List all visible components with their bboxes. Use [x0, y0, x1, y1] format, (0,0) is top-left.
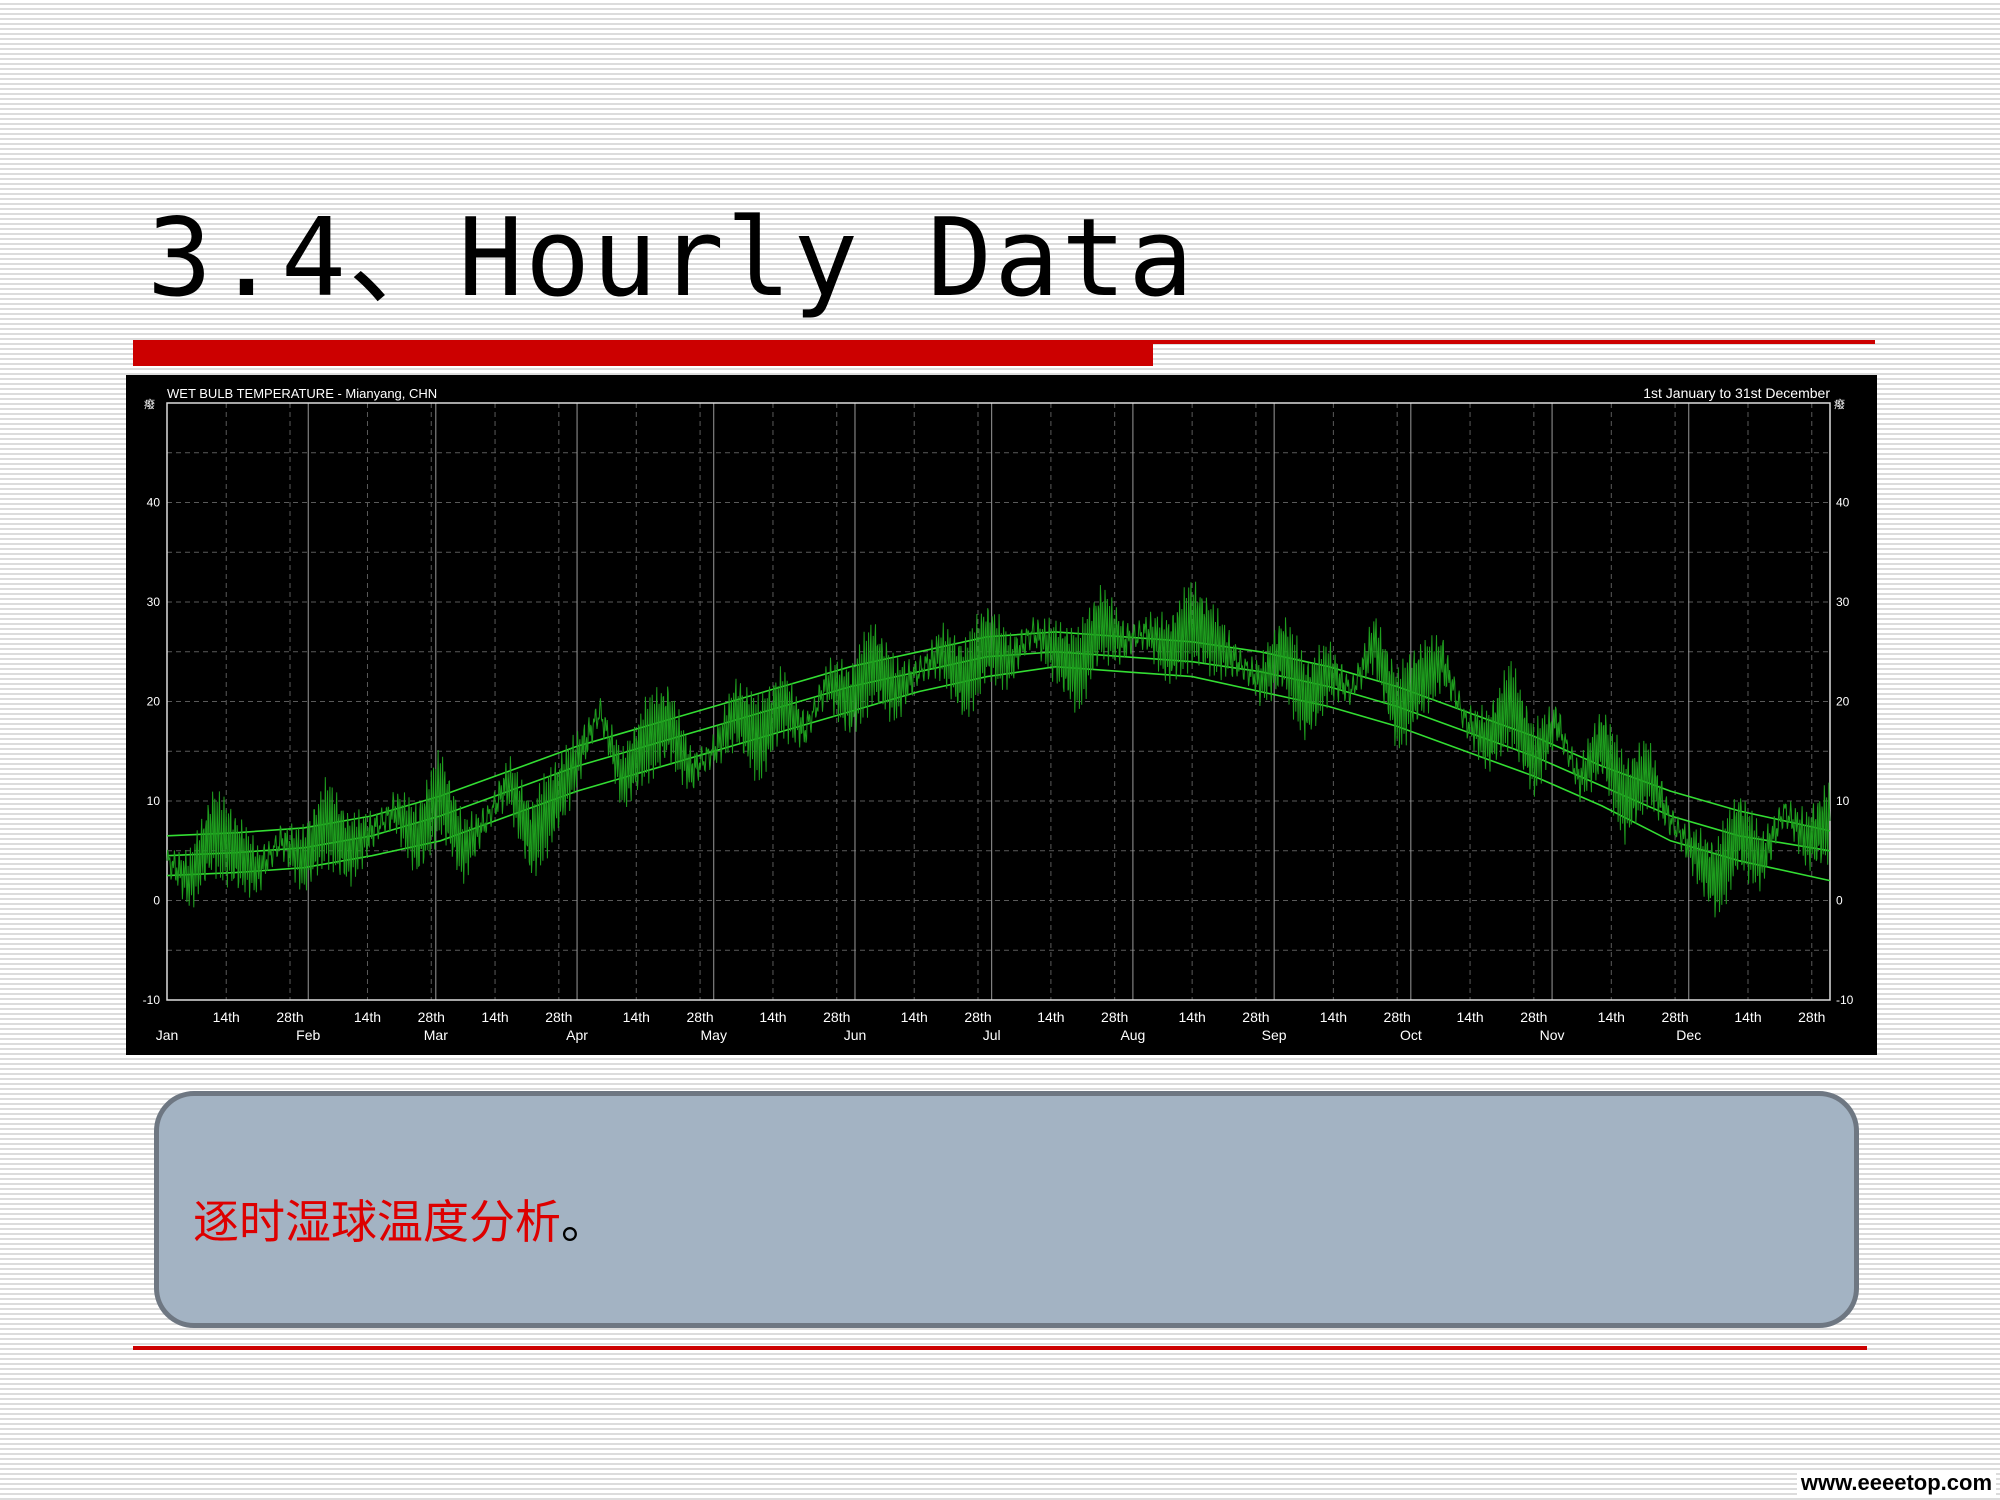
bottom-rule [133, 1346, 1867, 1350]
x-tick-label: 14th [901, 1009, 928, 1025]
x-tick-label: 28th [418, 1009, 445, 1025]
slide-title: 3.4、Hourly Data [147, 196, 1196, 321]
y-axis-unit-right: 癈 [1834, 397, 1845, 411]
note-punctuation: 。 [561, 1195, 607, 1249]
x-tick-label: 14th [623, 1009, 650, 1025]
x-tick-label: 28th [964, 1009, 991, 1025]
x-tick-label: 28th [545, 1009, 572, 1025]
y-tick-label-left: 30 [147, 595, 161, 609]
y-tick-label-right: 10 [1836, 794, 1850, 808]
note-main-text: 逐时湿球温度分析 [193, 1195, 561, 1249]
x-month-label: Jan [156, 1027, 179, 1043]
x-tick-label: 14th [1320, 1009, 1347, 1025]
x-tick-label: 14th [213, 1009, 240, 1025]
x-tick-label: 28th [1798, 1009, 1825, 1025]
wet-bulb-chart: Jan 14th 28th Feb 14th 28th Mar 14th 28th Apr 14th… [143, 385, 1854, 1044]
x-tick-label: 14th [354, 1009, 381, 1025]
y-tick-label-left: 20 [147, 695, 161, 709]
chart-subtitle: 1st January to 31st December [1643, 385, 1830, 401]
x-tick-label: 14th [759, 1009, 786, 1025]
x-tick-label: 14th [1037, 1009, 1064, 1025]
chart-title: WET BULB TEMPERATURE - Mianyang, CHN [167, 386, 437, 401]
note-text: 逐时湿球温度分析。 [193, 1186, 607, 1252]
y-axis-unit-left: 癈 [144, 397, 155, 411]
x-month-label: Apr [566, 1027, 588, 1043]
x-month-label: Dec [1676, 1027, 1701, 1043]
x-tick-label: 14th [481, 1009, 508, 1025]
x-tick-label: 28th [1384, 1009, 1411, 1025]
x-tick-label: 28th [823, 1009, 850, 1025]
x-month-label: Aug [1120, 1027, 1145, 1043]
x-tick-label: 28th [686, 1009, 713, 1025]
title-underline-thick [133, 340, 1153, 366]
x-month-label: Nov [1540, 1027, 1565, 1043]
x-tick-label: 14th [1598, 1009, 1625, 1025]
wet-bulb-chart-panel: Jan 14th 28th Feb 14th 28th Mar 14th 28th Apr 14th… [126, 375, 1877, 1055]
y-tick-label-right: 20 [1836, 695, 1850, 709]
y-tick-label-left: 0 [153, 894, 160, 908]
site-watermark: www.eeeetop.com [1796, 1470, 1996, 1496]
x-tick-label: 28th [1661, 1009, 1688, 1025]
x-tick-label: 28th [1242, 1009, 1269, 1025]
y-tick-label-left: -10 [143, 993, 161, 1007]
chart-axes: Jan 14th 28th Feb 14th 28th Mar 14th 28th Apr 14th… [143, 496, 1854, 1044]
y-tick-label-left: 40 [147, 496, 161, 510]
note-box: 逐时湿球温度分析。 [154, 1091, 1859, 1328]
y-tick-label-right: 0 [1836, 894, 1843, 908]
x-month-label: Sep [1262, 1027, 1287, 1043]
x-month-label: Jun [844, 1027, 867, 1043]
x-tick-label: 14th [1734, 1009, 1761, 1025]
y-tick-label-right: 30 [1836, 595, 1850, 609]
x-tick-label: 14th [1179, 1009, 1206, 1025]
x-month-label: Feb [296, 1027, 320, 1043]
y-tick-label-right: -10 [1836, 993, 1854, 1007]
chart-series-group [166, 581, 1831, 918]
title-underline-thin [1153, 340, 1875, 344]
series-hourly-raw [166, 581, 1831, 918]
x-tick-label: 14th [1456, 1009, 1483, 1025]
x-month-label: May [701, 1027, 727, 1043]
x-month-label: Mar [424, 1027, 448, 1043]
x-month-label: Jul [983, 1027, 1001, 1043]
x-tick-label: 28th [1520, 1009, 1547, 1025]
y-tick-label-right: 40 [1836, 496, 1850, 510]
chart-grid [167, 403, 1830, 1000]
y-tick-label-left: 10 [147, 794, 161, 808]
x-tick-label: 28th [1101, 1009, 1128, 1025]
x-tick-label: 28th [276, 1009, 303, 1025]
x-month-label: Oct [1400, 1027, 1422, 1043]
